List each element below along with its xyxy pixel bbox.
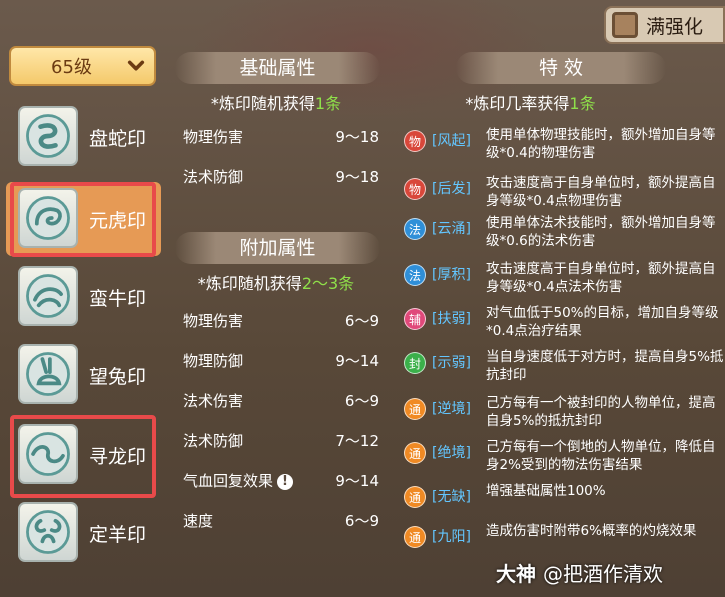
max-enhance-toggle[interactable]: 满强化 xyxy=(604,6,725,44)
general-badge-icon: 通 xyxy=(404,526,426,548)
seal-badge-icon: 封 xyxy=(404,352,426,374)
general-badge-icon: 通 xyxy=(404,486,426,508)
effect-row: 物 [后发] 攻击速度高于自身单位时，额外提高自身等级*0.4点物理伤害 xyxy=(400,174,720,214)
rabbit-seal-icon xyxy=(18,344,78,404)
seal-item-panshe[interactable]: 盘蛇印 xyxy=(6,100,161,174)
base-attr-sub: *炼印随机获得1条 xyxy=(210,94,342,113)
extra-attr-sub: *炼印随机获得2～3条 xyxy=(197,274,355,293)
effect-row: 通 [绝境] 己方每有一个倒地的人物单位，降低自身2%受到的物法伤害结果 xyxy=(400,438,720,478)
magic-badge-icon: 法 xyxy=(404,218,426,240)
seal-name: 盘蛇印 xyxy=(89,128,147,150)
watermark: 大神 @把酒作清欢 xyxy=(496,562,663,586)
attr-row: 物理防御 9～14 xyxy=(183,352,379,370)
effect-row: 通 [逆境] 己方每有一个被封印的人物单位，提高自身5%的抵抗封印 xyxy=(400,394,720,434)
base-attr-header: 基础属性 xyxy=(175,52,380,84)
level-select[interactable]: 65级 xyxy=(9,46,156,86)
seal-name: 寻龙印 xyxy=(89,446,147,468)
level-select-value: 65级 xyxy=(51,57,92,78)
effect-row: 通 [九阳] 造成伤害时附带6%概率的灼烧效果 xyxy=(400,522,720,562)
attr-row: 法术伤害 6～9 xyxy=(183,392,379,410)
seal-item-xunlong[interactable]: 寻龙印 xyxy=(6,415,161,498)
window: 满强化 65级 盘蛇印 元虎印 蛮牛印 望兔印 寻龙印 定羊印 基础属性 *炼印… xyxy=(0,0,725,597)
seal-name: 蛮牛印 xyxy=(89,288,147,310)
attr-row: 法术防御 7～12 xyxy=(183,432,379,450)
max-enhance-label: 满强化 xyxy=(646,15,704,38)
seal-item-wangtu[interactable]: 望兔印 xyxy=(6,338,161,412)
special-effects-panel: 特 效 *炼印几率获得1条 物 [风起] 使用单体物理技能时，额外增加自身等级*0.… xyxy=(396,46,725,576)
support-badge-icon: 辅 xyxy=(404,308,426,330)
effect-row: 法 [厚积] 攻击速度高于自身单位时，额外提高自身等级*0.4点法术伤害 xyxy=(400,260,720,300)
effect-row: 法 [云涌] 使用单体法术技能时，额外增加自身等级*0.6的法术伤害 xyxy=(400,214,720,254)
checkbox[interactable] xyxy=(612,12,638,38)
ox-seal-icon xyxy=(18,266,78,326)
general-badge-icon: 通 xyxy=(404,398,426,420)
seal-name: 望兔印 xyxy=(89,366,147,388)
seal-name: 定羊印 xyxy=(89,524,147,546)
general-badge-icon: 通 xyxy=(404,442,426,464)
selection-highlight xyxy=(10,182,156,257)
dragon-seal-icon xyxy=(18,424,78,484)
effect-row: 通 [无缺] 增强基础属性100% xyxy=(400,482,720,522)
special-header: 特 效 xyxy=(456,52,666,84)
physical-badge-icon: 物 xyxy=(404,178,426,200)
attr-row: 物理伤害 9～18 xyxy=(183,128,379,146)
attr-row: 气血回复效果! 9～14 xyxy=(183,472,379,490)
magic-badge-icon: 法 xyxy=(404,264,426,286)
snake-seal-icon xyxy=(18,106,78,166)
extra-attr-header: 附加属性 xyxy=(175,232,380,264)
attr-row: 速度 6～9 xyxy=(183,512,379,530)
chevron-down-icon xyxy=(127,60,145,71)
effect-row: 封 [示弱] 当自身速度低于对方时，提高自身5%抵抗封印 xyxy=(400,348,723,388)
effect-row: 辅 [扶弱] 对气血低于50%的目标，增加自身等级*0.4点治疗结果 xyxy=(400,304,720,344)
attr-row: 物理伤害 6～9 xyxy=(183,312,379,330)
info-icon[interactable]: ! xyxy=(277,473,294,490)
seal-item-dingyang[interactable]: 定羊印 xyxy=(6,496,161,570)
attr-row: 法术防御 9～18 xyxy=(183,168,379,186)
goat-seal-icon xyxy=(18,502,78,562)
seal-item-manniu[interactable]: 蛮牛印 xyxy=(6,260,161,334)
special-sub: *炼印几率获得1条 xyxy=(465,94,596,113)
attribute-panel: 基础属性 *炼印随机获得1条 物理伤害 9～18 法术防御 9～18 附加属性 *炼… xyxy=(165,46,387,576)
effect-row: 物 [风起] 使用单体物理技能时，额外增加自身等级*0.4的物理伤害 xyxy=(400,126,720,166)
physical-badge-icon: 物 xyxy=(404,130,426,152)
